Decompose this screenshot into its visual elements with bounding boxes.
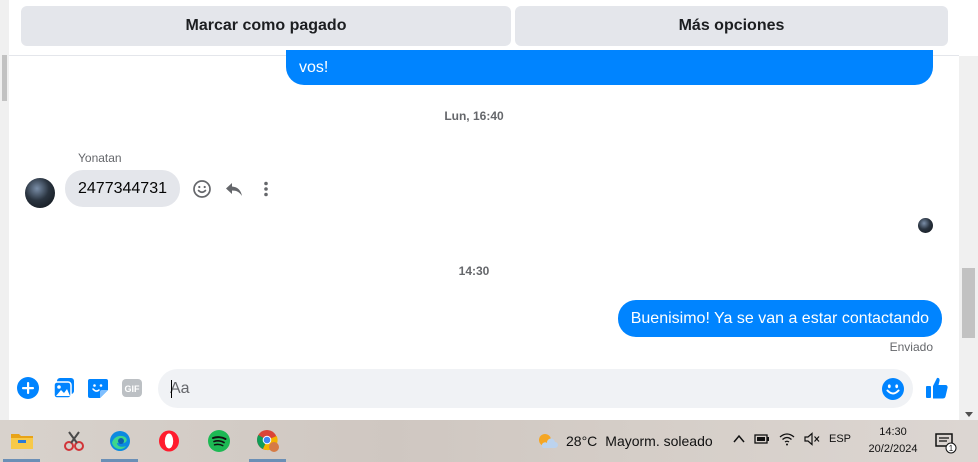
chevron-up-icon[interactable] xyxy=(733,434,745,444)
avatar[interactable] xyxy=(25,178,55,208)
edge-icon[interactable] xyxy=(98,420,141,462)
weather-widget[interactable]: 28°C Mayorm. soleado xyxy=(536,431,713,451)
timestamp-divider: Lun, 16:40 xyxy=(444,109,504,123)
more-vertical-icon[interactable] xyxy=(254,177,278,201)
message-text: 2477344731 xyxy=(78,179,167,197)
weather-description: Mayorm. soleado xyxy=(605,433,713,449)
seen-avatar xyxy=(918,218,933,233)
clock-time: 14:30 xyxy=(879,426,907,438)
windows-taskbar: 28°C Mayorm. soleado ESP 14:30 20/2/2024… xyxy=(0,420,978,462)
chrome-icon[interactable] xyxy=(246,420,289,462)
reply-icon[interactable] xyxy=(222,177,246,201)
snipping-tool-icon[interactable] xyxy=(52,420,95,462)
message-text: Buenisimo! Ya se van a estar contactando xyxy=(630,309,929,327)
clock-date: 20/2/2024 xyxy=(868,443,918,455)
gif-label: GIF xyxy=(125,384,141,394)
system-tray: ESP xyxy=(733,432,851,446)
outgoing-message-bubble[interactable]: vos! xyxy=(286,50,933,85)
text-caret xyxy=(171,380,172,398)
battery-icon[interactable] xyxy=(754,433,770,445)
outgoing-message-bubble[interactable]: Buenisimo! Ya se van a estar contactando xyxy=(617,300,942,337)
weather-sunny-icon xyxy=(539,434,558,448)
file-explorer-icon[interactable] xyxy=(0,420,43,462)
notification-count: 1 xyxy=(949,444,954,453)
message-actions xyxy=(190,177,278,201)
notification-center-icon[interactable]: 1 xyxy=(934,432,957,454)
weather-temperature: 28°C xyxy=(566,433,598,449)
emoji-icon[interactable] xyxy=(881,377,905,401)
left-scrollbar[interactable] xyxy=(0,0,9,420)
plus-icon[interactable] xyxy=(16,376,40,400)
incoming-message-bubble[interactable]: 2477344731 xyxy=(65,170,180,207)
volume-muted-icon[interactable] xyxy=(804,432,820,446)
message-input[interactable] xyxy=(170,369,860,408)
like-icon[interactable] xyxy=(924,375,950,401)
message-thread: vos! Lun, 16:40 Yonatan 2477344731 14:30… xyxy=(9,50,959,366)
chat-scrollbar[interactable] xyxy=(959,56,978,420)
wifi-icon[interactable] xyxy=(779,432,795,446)
image-icon[interactable] xyxy=(52,376,76,400)
scroll-down-arrow-icon[interactable] xyxy=(965,412,973,417)
action-bar: Marcar como pagado Más opciones xyxy=(9,0,959,56)
sender-name: Yonatan xyxy=(78,151,122,165)
scrollbar-thumb[interactable] xyxy=(962,268,975,338)
mark-paid-button[interactable]: Marcar como pagado xyxy=(21,6,511,46)
react-emoji-icon[interactable] xyxy=(190,177,214,201)
left-scrollbar-thumb[interactable] xyxy=(2,55,7,101)
opera-icon[interactable] xyxy=(147,420,190,462)
sticker-icon[interactable] xyxy=(86,376,110,400)
message-text: vos! xyxy=(299,59,329,76)
spotify-icon[interactable] xyxy=(197,420,240,462)
language-indicator[interactable]: ESP xyxy=(829,433,851,445)
gif-icon[interactable]: GIF xyxy=(120,376,144,400)
more-options-button[interactable]: Más opciones xyxy=(515,6,948,46)
message-input-container[interactable] xyxy=(158,369,913,408)
delivery-status: Enviado xyxy=(889,340,933,354)
message-composer: GIF xyxy=(9,366,959,412)
clock[interactable]: 14:30 20/2/2024 xyxy=(862,424,924,458)
timestamp-divider: 14:30 xyxy=(458,264,490,278)
messenger-window: Marcar como pagado Más opciones vos! Lun… xyxy=(0,0,978,462)
